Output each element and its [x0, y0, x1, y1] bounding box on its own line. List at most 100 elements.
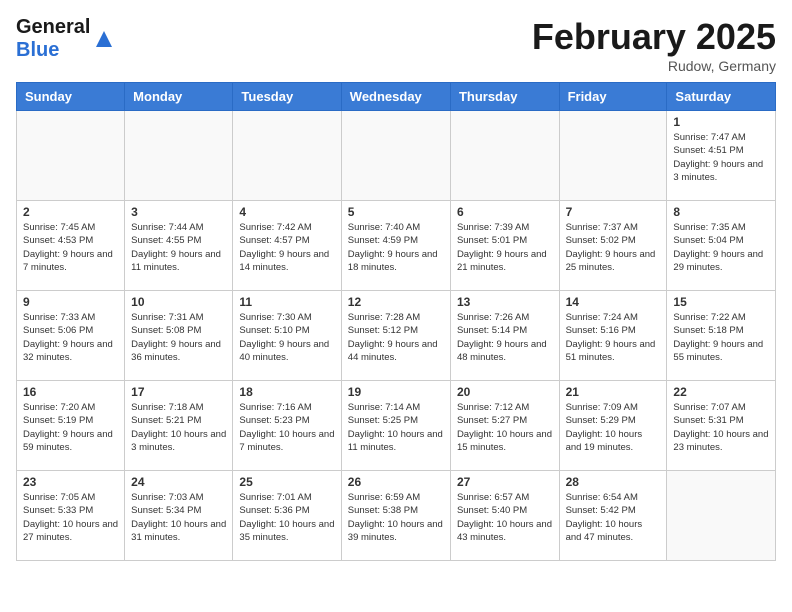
day-info: Sunrise: 7:37 AM Sunset: 5:02 PM Dayligh…: [566, 221, 661, 274]
day-number: 9: [23, 295, 118, 309]
day-number: 5: [348, 205, 444, 219]
day-info: Sunrise: 7:14 AM Sunset: 5:25 PM Dayligh…: [348, 401, 444, 454]
calendar-cell: 12Sunrise: 7:28 AM Sunset: 5:12 PM Dayli…: [341, 291, 450, 381]
calendar-cell: 28Sunrise: 6:54 AM Sunset: 5:42 PM Dayli…: [559, 471, 667, 561]
week-row-1: 2Sunrise: 7:45 AM Sunset: 4:53 PM Daylig…: [17, 201, 776, 291]
day-number: 24: [131, 475, 226, 489]
calendar-cell: 23 Sunrise: 7:05 AM Sunset: 5:33 PM Dayli…: [17, 471, 125, 561]
calendar-cell: 10 Sunrise: 7:31 AM Sunset: 5:08 PM Dayli…: [125, 291, 233, 381]
day-info: Sunrise: 7:20 AM Sunset: 5:19 PM Dayligh…: [23, 401, 118, 454]
calendar-cell: 25 Sunrise: 7:01 AM Sunset: 5:36 PM Dayli…: [233, 471, 341, 561]
day-info: Sunrise: 7:42 AM Sunset: 4:57 PM Dayligh…: [239, 221, 334, 274]
day-info: Sunrise: 7:07 AM Sunset: 5:31 PM Dayligh…: [673, 401, 769, 454]
day-info: Sunrise: 7:01 AM Sunset: 5:36 PM Dayligh…: [239, 491, 334, 544]
calendar-cell: 4 Sunrise: 7:42 AM Sunset: 4:57 PM Daylig…: [233, 201, 341, 291]
logo-general-text: General: [16, 16, 90, 38]
day-number: 1: [673, 115, 769, 129]
calendar-cell: 9 Sunrise: 7:33 AM Sunset: 5:06 PM Daylig…: [17, 291, 125, 381]
day-number: 18: [239, 385, 334, 399]
day-number: 27: [457, 475, 553, 489]
calendar-cell: 2Sunrise: 7:45 AM Sunset: 4:53 PM Daylig…: [17, 201, 125, 291]
col-tuesday: Tuesday: [233, 83, 341, 111]
day-number: 7: [566, 205, 661, 219]
day-number: 13: [457, 295, 553, 309]
calendar-cell: [233, 111, 341, 201]
day-info: Sunrise: 7:22 AM Sunset: 5:18 PM Dayligh…: [673, 311, 769, 364]
calendar-cell: [17, 111, 125, 201]
col-monday: Monday: [125, 83, 233, 111]
day-number: 14: [566, 295, 661, 309]
day-info: Sunrise: 7:40 AM Sunset: 4:59 PM Dayligh…: [348, 221, 444, 274]
day-number: 16: [23, 385, 118, 399]
logo-blue-text: Blue: [16, 39, 59, 61]
calendar-cell: [667, 471, 776, 561]
day-info: Sunrise: 7:39 AM Sunset: 5:01 PM Dayligh…: [457, 221, 553, 274]
logo-icon: [92, 27, 116, 51]
col-thursday: Thursday: [450, 83, 559, 111]
calendar-cell: 17 Sunrise: 7:18 AM Sunset: 5:21 PM Dayli…: [125, 381, 233, 471]
day-info: Sunrise: 7:12 AM Sunset: 5:27 PM Dayligh…: [457, 401, 553, 454]
day-number: 11: [239, 295, 334, 309]
day-info: Sunrise: 6:57 AM Sunset: 5:40 PM Dayligh…: [457, 491, 553, 544]
calendar-cell: 19 Sunrise: 7:14 AM Sunset: 5:25 PM Dayli…: [341, 381, 450, 471]
day-number: 17: [131, 385, 226, 399]
day-info: Sunrise: 6:59 AM Sunset: 5:38 PM Dayligh…: [348, 491, 444, 544]
calendar-cell: 1 Sunrise: 7:47 AM Sunset: 4:51 PM Daylig…: [667, 111, 776, 201]
calendar-cell: 26 Sunrise: 6:59 AM Sunset: 5:38 PM Dayli…: [341, 471, 450, 561]
day-info: Sunrise: 7:35 AM Sunset: 5:04 PM Dayligh…: [673, 221, 769, 274]
calendar-cell: [559, 111, 667, 201]
day-number: 26: [348, 475, 444, 489]
day-number: 21: [566, 385, 661, 399]
calendar-cell: 15 Sunrise: 7:22 AM Sunset: 5:18 PM Dayli…: [667, 291, 776, 381]
col-saturday: Saturday: [667, 83, 776, 111]
week-row-3: 16 Sunrise: 7:20 AM Sunset: 5:19 PM Dayli…: [17, 381, 776, 471]
calendar-cell: 20 Sunrise: 7:12 AM Sunset: 5:27 PM Dayli…: [450, 381, 559, 471]
day-info: Sunrise: 7:44 AM Sunset: 4:55 PM Dayligh…: [131, 221, 226, 274]
day-info: Sunrise: 7:47 AM Sunset: 4:51 PM Dayligh…: [673, 131, 769, 184]
day-number: 3: [131, 205, 226, 219]
day-info: Sunrise: 7:18 AM Sunset: 5:21 PM Dayligh…: [131, 401, 226, 454]
day-number: 25: [239, 475, 334, 489]
calendar-table: Sunday Monday Tuesday Wednesday Thursday…: [16, 82, 776, 561]
calendar-header-row: Sunday Monday Tuesday Wednesday Thursday…: [17, 83, 776, 111]
calendar-cell: 3 Sunrise: 7:44 AM Sunset: 4:55 PM Daylig…: [125, 201, 233, 291]
week-row-0: 1 Sunrise: 7:47 AM Sunset: 4:51 PM Daylig…: [17, 111, 776, 201]
col-friday: Friday: [559, 83, 667, 111]
calendar-cell: 5 Sunrise: 7:40 AM Sunset: 4:59 PM Daylig…: [341, 201, 450, 291]
calendar-cell: 27 Sunrise: 6:57 AM Sunset: 5:40 PM Dayli…: [450, 471, 559, 561]
col-sunday: Sunday: [17, 83, 125, 111]
day-info: Sunrise: 7:09 AM Sunset: 5:29 PM Dayligh…: [566, 401, 661, 454]
day-number: 10: [131, 295, 226, 309]
day-number: 12: [348, 295, 444, 309]
week-row-2: 9 Sunrise: 7:33 AM Sunset: 5:06 PM Daylig…: [17, 291, 776, 381]
day-number: 6: [457, 205, 553, 219]
calendar-cell: 21 Sunrise: 7:09 AM Sunset: 5:29 PM Dayli…: [559, 381, 667, 471]
day-number: 22: [673, 385, 769, 399]
day-number: 4: [239, 205, 334, 219]
calendar-cell: 6 Sunrise: 7:39 AM Sunset: 5:01 PM Daylig…: [450, 201, 559, 291]
day-number: 20: [457, 385, 553, 399]
calendar-cell: 7 Sunrise: 7:37 AM Sunset: 5:02 PM Daylig…: [559, 201, 667, 291]
day-number: 23: [23, 475, 118, 489]
logo: General Blue: [16, 16, 116, 62]
day-info: Sunrise: 7:33 AM Sunset: 5:06 PM Dayligh…: [23, 311, 118, 364]
day-number: 8: [673, 205, 769, 219]
day-info: Sunrise: 7:05 AM Sunset: 5:33 PM Dayligh…: [23, 491, 118, 544]
calendar-cell: 8 Sunrise: 7:35 AM Sunset: 5:04 PM Daylig…: [667, 201, 776, 291]
day-info: Sunrise: 7:03 AM Sunset: 5:34 PM Dayligh…: [131, 491, 226, 544]
day-number: 2: [23, 205, 118, 219]
calendar-cell: 13 Sunrise: 7:26 AM Sunset: 5:14 PM Dayli…: [450, 291, 559, 381]
week-row-4: 23 Sunrise: 7:05 AM Sunset: 5:33 PM Dayli…: [17, 471, 776, 561]
calendar-cell: 14Sunrise: 7:24 AM Sunset: 5:16 PM Dayli…: [559, 291, 667, 381]
col-wednesday: Wednesday: [341, 83, 450, 111]
day-number: 19: [348, 385, 444, 399]
day-info: Sunrise: 7:31 AM Sunset: 5:08 PM Dayligh…: [131, 311, 226, 364]
day-info: Sunrise: 7:26 AM Sunset: 5:14 PM Dayligh…: [457, 311, 553, 364]
day-info: Sunrise: 6:54 AM Sunset: 5:42 PM Dayligh…: [566, 491, 661, 544]
day-info: Sunrise: 7:30 AM Sunset: 5:10 PM Dayligh…: [239, 311, 334, 364]
location: Rudow, Germany: [532, 58, 776, 74]
header: General Blue February 2025 Rudow, German…: [16, 16, 776, 74]
calendar-cell: [125, 111, 233, 201]
calendar-cell: [341, 111, 450, 201]
day-number: 15: [673, 295, 769, 309]
